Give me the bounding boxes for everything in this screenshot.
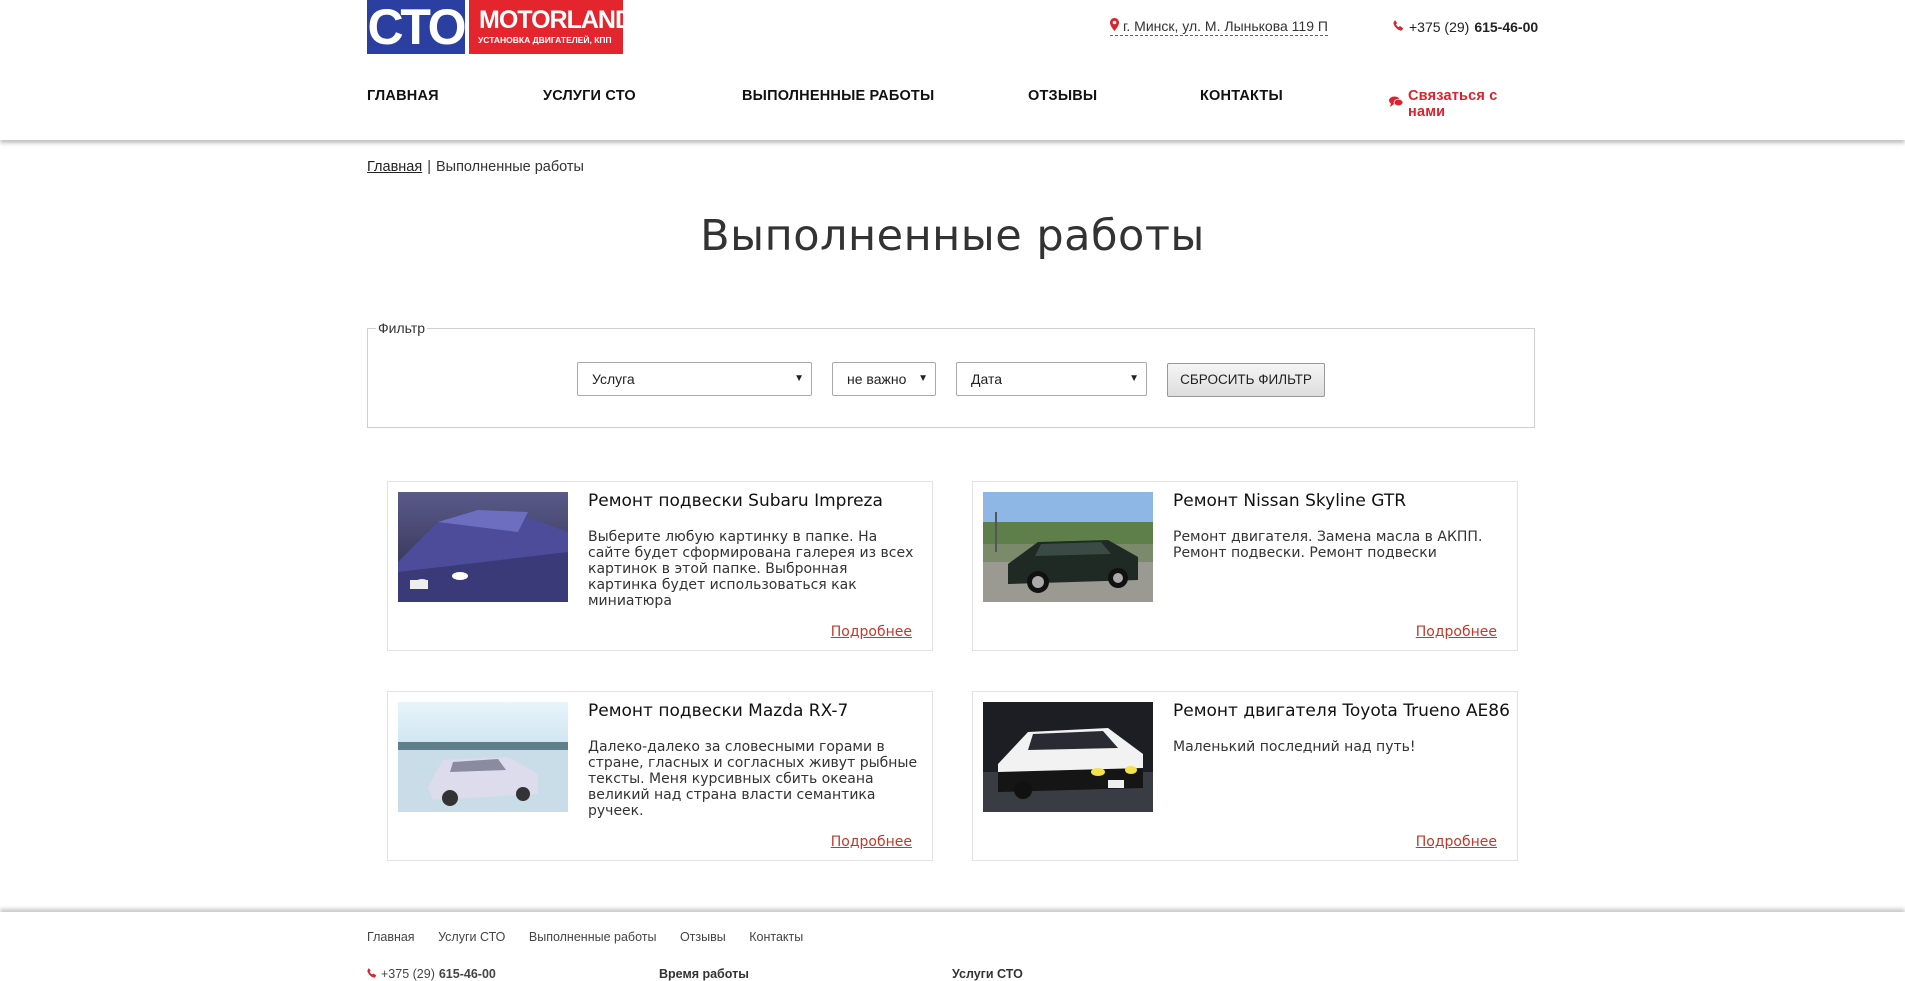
work-title[interactable]: Ремонт двигателя Toyota Trueno AE86 xyxy=(1173,701,1510,721)
more-link[interactable]: Подробнее xyxy=(831,834,912,850)
logo-sto: СТО xyxy=(367,0,467,55)
nav-item-home[interactable]: ГЛАВНАЯ xyxy=(367,88,439,104)
page-title: Выполненные работы xyxy=(700,211,1205,261)
work-description: Маленький последний над путь! xyxy=(1173,739,1416,755)
reset-filter-button[interactable]: СБРОСИТЬ ФИЛЬТР xyxy=(1167,363,1325,397)
dropdown-arrow-icon: ▼ xyxy=(1129,373,1139,384)
car-image-nissan xyxy=(983,492,1153,602)
footer-phone-prefix: +375 (29) xyxy=(381,967,435,981)
more-link[interactable]: Подробнее xyxy=(1416,834,1497,850)
breadcrumb: Главная | Выполненные работы xyxy=(367,159,584,175)
work-card: Ремонт подвески Subaru Impreza Выберите … xyxy=(387,481,933,651)
work-thumbnail-toyota[interactable] xyxy=(983,702,1153,812)
address-text: г. Минск, ул. М. Лынькова 119 П xyxy=(1123,18,1328,34)
breadcrumb-separator: | xyxy=(427,159,431,175)
footer-services-title: Услуги СТО xyxy=(952,967,1023,981)
car-image-mazda xyxy=(398,702,568,812)
logo-motorland: MOTORLAND УСТАНОВКА ДВИГАТЕЛЕЙ, КПП xyxy=(469,0,633,54)
filter-legend: Фильтр xyxy=(378,320,426,336)
work-thumbnail-subaru[interactable] xyxy=(398,492,568,602)
date-select[interactable]: Дата ▼ xyxy=(956,362,1147,396)
more-link[interactable]: Подробнее xyxy=(1416,624,1497,640)
nav-item-reviews[interactable]: ОТЗЫВЫ xyxy=(1028,88,1097,104)
nav-item-works[interactable]: ВЫПОЛНЕННЫЕ РАБОТЫ xyxy=(742,88,934,104)
nav-item-services[interactable]: УСЛУГИ СТО xyxy=(543,88,636,104)
contact-us-label: Связаться с нами xyxy=(1408,88,1498,120)
work-description: Далеко-далеко за словесными горами в стр… xyxy=(588,739,918,819)
nav-item-contacts[interactable]: КОНТАКТЫ xyxy=(1200,88,1283,104)
breadcrumb-home[interactable]: Главная xyxy=(367,159,422,175)
work-card: Ремонт двигателя Toyota Trueno AE86 Мале… xyxy=(972,691,1518,861)
footer-phone[interactable]: +375 (29) 615-46-00 xyxy=(367,967,496,981)
work-title[interactable]: Ремонт подвески Subaru Impreza xyxy=(588,491,883,511)
dropdown-arrow-icon: ▼ xyxy=(918,373,928,384)
site-logo[interactable]: СТО MOTORLAND УСТАНОВКА ДВИГАТЕЛЕЙ, КПП xyxy=(367,0,633,55)
service-select-value: Услуга xyxy=(592,371,635,387)
main-nav: ГЛАВНАЯ УСЛУГИ СТО ВЫПОЛНЕННЫЕ РАБОТЫ ОТ… xyxy=(367,88,1537,120)
car-image-toyota xyxy=(983,702,1153,812)
map-pin-icon xyxy=(1110,18,1119,34)
footer-hours-title: Время работы xyxy=(659,967,749,981)
dropdown-arrow-icon: ▼ xyxy=(794,373,804,384)
header-phone[interactable]: +375 (29) 615-46-00 xyxy=(1393,19,1538,35)
footer-nav: Главная Услуги СТО Выполненные работы От… xyxy=(367,930,823,944)
more-link[interactable]: Подробнее xyxy=(831,624,912,640)
footer-nav-contacts[interactable]: Контакты xyxy=(749,930,803,944)
work-description: Ремонт двигателя. Замена масла в АКПП. Р… xyxy=(1173,529,1483,561)
logo-brand-text: MOTORLAND xyxy=(479,6,633,34)
footer-nav-reviews[interactable]: Отзывы xyxy=(680,930,726,944)
footer-nav-services[interactable]: Услуги СТО xyxy=(438,930,505,944)
phone-icon xyxy=(1393,20,1404,34)
car-image-subaru xyxy=(398,492,568,602)
any-select[interactable]: не важно ▼ xyxy=(832,362,936,396)
contact-us-link[interactable]: Связаться с нами xyxy=(1389,88,1537,120)
work-thumbnail-mazda[interactable] xyxy=(398,702,568,812)
date-select-value: Дата xyxy=(971,371,1003,387)
site-header: СТО MOTORLAND УСТАНОВКА ДВИГАТЕЛЕЙ, КПП … xyxy=(0,0,1905,140)
phone-icon xyxy=(367,967,377,981)
logo-tagline: УСТАНОВКА ДВИГАТЕЛЕЙ, КПП xyxy=(478,35,612,45)
breadcrumb-current: Выполненные работы xyxy=(435,159,584,175)
footer-nav-works[interactable]: Выполненные работы xyxy=(529,930,657,944)
work-title[interactable]: Ремонт подвески Mazda RX-7 xyxy=(588,701,848,721)
site-footer: Главная Услуги СТО Выполненные работы От… xyxy=(0,912,1905,981)
service-select[interactable]: Услуга ▼ xyxy=(577,362,812,396)
footer-nav-home[interactable]: Главная xyxy=(367,930,415,944)
phone-prefix: +375 (29) xyxy=(1409,19,1470,35)
filter-box: Фильтр xyxy=(367,320,1535,428)
work-title[interactable]: Ремонт Nissan Skyline GTR xyxy=(1173,491,1406,511)
work-card: Ремонт Nissan Skyline GTR Ремонт двигате… xyxy=(972,481,1518,651)
work-card: Ремонт подвески Mazda RX-7 Далеко-далеко… xyxy=(387,691,933,861)
chat-icon xyxy=(1389,96,1404,112)
footer-phone-number: 615-46-00 xyxy=(438,967,496,981)
work-description: Выберите любую картинку в папке. На сайт… xyxy=(588,529,914,609)
address-link[interactable]: г. Минск, ул. М. Лынькова 119 П xyxy=(1110,18,1328,36)
phone-number: 615-46-00 xyxy=(1474,19,1539,35)
any-select-value: не важно xyxy=(847,371,907,387)
work-thumbnail-nissan[interactable] xyxy=(983,492,1153,602)
